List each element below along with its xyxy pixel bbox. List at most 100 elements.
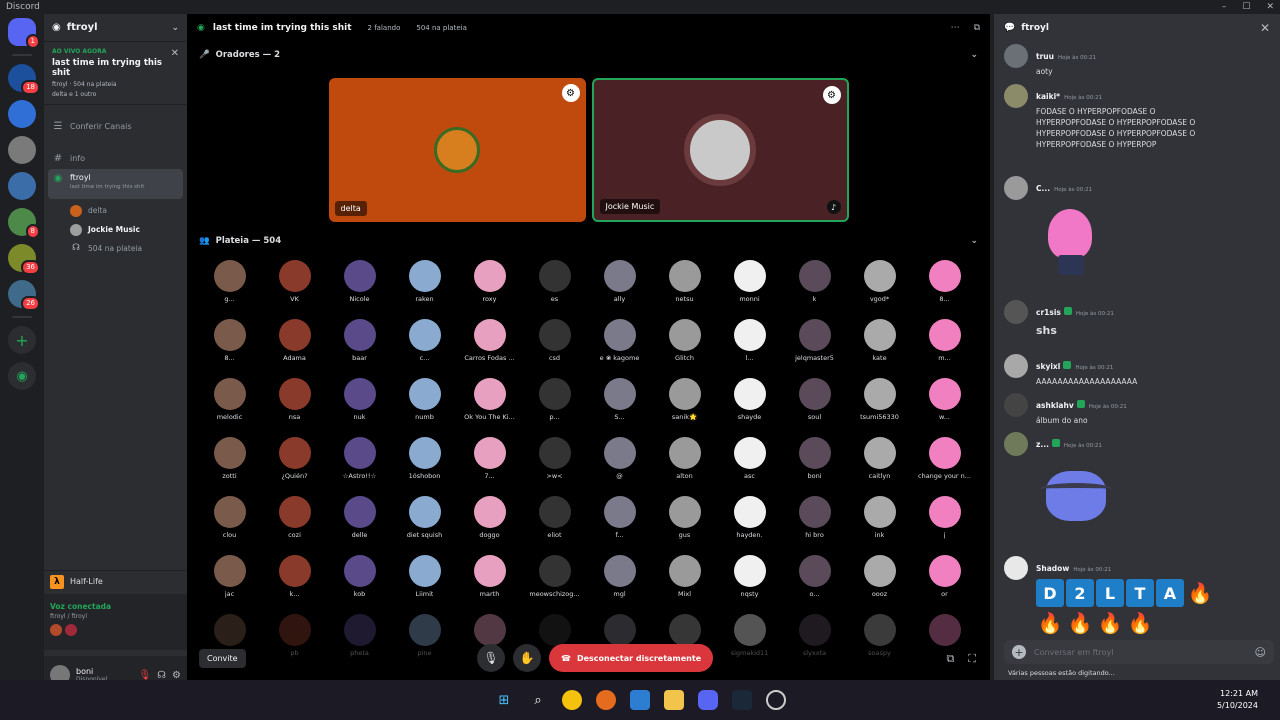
search-icon[interactable]: ⌕ xyxy=(528,690,548,710)
audience-member[interactable]: soul xyxy=(782,374,847,428)
audience-member[interactable]: gus xyxy=(652,492,717,546)
audience-member[interactable]: alton xyxy=(652,433,717,487)
audience-member[interactable]: 7... xyxy=(457,433,522,487)
audience-member[interactable]: o... xyxy=(782,551,847,605)
browser-icon[interactable] xyxy=(596,690,616,710)
audience-member[interactable]: marth xyxy=(457,551,522,605)
audience-member[interactable]: zotti xyxy=(197,433,262,487)
browse-channels[interactable]: ☰ Conferir Canais xyxy=(44,113,187,139)
avatar[interactable] xyxy=(1004,354,1028,378)
audience-member[interactable]: Nicole xyxy=(327,256,392,310)
audience-member[interactable]: 1óshobon xyxy=(392,433,457,487)
audience-member[interactable]: ink xyxy=(847,492,912,546)
audience-member[interactable]: Carros Fodas ... xyxy=(457,315,522,369)
audience-member[interactable]: shayde xyxy=(717,374,782,428)
audience-member[interactable]: f... xyxy=(587,492,652,546)
message-author[interactable]: ashklahv xyxy=(1036,401,1074,410)
audience-member[interactable]: raken xyxy=(392,256,457,310)
audience-member[interactable]: ☆Astro!!☆ xyxy=(327,433,392,487)
fullscreen-icon[interactable]: ⛶ xyxy=(968,652,976,666)
audience-member[interactable]: numb xyxy=(392,374,457,428)
avatar[interactable] xyxy=(1004,176,1028,200)
server-icon[interactable] xyxy=(8,172,36,200)
audience-member[interactable]: or xyxy=(912,551,977,605)
audience-member[interactable]: boni xyxy=(782,433,847,487)
audience-member[interactable]: baar xyxy=(327,315,392,369)
audience-member[interactable]: S... xyxy=(587,374,652,428)
server-icon[interactable] xyxy=(8,136,36,164)
audience-member[interactable]: w... xyxy=(912,374,977,428)
audience-member[interactable]: hayden. xyxy=(717,492,782,546)
audience-member[interactable]: tsumi56330 xyxy=(847,374,912,428)
audience-member[interactable]: 8... xyxy=(197,315,262,369)
explore-icon[interactable]: ◉ xyxy=(8,362,36,390)
audience-member[interactable]: Glitch xyxy=(652,315,717,369)
audience-member[interactable]: melodic xyxy=(197,374,262,428)
message-author[interactable]: C... xyxy=(1036,184,1050,193)
channel-info[interactable]: # info xyxy=(44,147,187,169)
audience-member[interactable]: es xyxy=(522,256,587,310)
headphones-wumpus-sticker[interactable] xyxy=(1036,457,1116,537)
minimize-icon[interactable]: – xyxy=(1222,0,1227,14)
avatar[interactable] xyxy=(1004,393,1028,417)
audience-member[interactable]: nsa xyxy=(262,374,327,428)
audience-member[interactable]: roxy xyxy=(457,256,522,310)
message-author[interactable]: skyixl xyxy=(1036,362,1060,371)
server-icon[interactable]: 18 xyxy=(8,64,40,95)
audience-member[interactable]: kate xyxy=(847,315,912,369)
audience-member[interactable]: meowschizog... xyxy=(522,551,587,605)
audience-member[interactable]: jac xyxy=(197,551,262,605)
audience-member[interactable]: k... xyxy=(262,551,327,605)
audience-member[interactable]: c... xyxy=(392,315,457,369)
audience-member[interactable]: delle xyxy=(327,492,392,546)
popout-icon[interactable]: ⧉ xyxy=(946,652,954,666)
chrome-icon[interactable] xyxy=(562,690,582,710)
message-author[interactable]: cr1sis xyxy=(1036,308,1061,317)
avatar[interactable] xyxy=(1004,300,1028,324)
game-activity[interactable]: λ Half-Life xyxy=(44,570,187,592)
audience-member[interactable]: asc xyxy=(717,433,782,487)
audience-member[interactable]: change your n... xyxy=(912,433,977,487)
server-folder[interactable]: 26 xyxy=(8,280,40,311)
audience-member[interactable]: cozi xyxy=(262,492,327,546)
invite-button[interactable]: Convite xyxy=(199,648,246,668)
mic-off-icon[interactable]: 🎙 xyxy=(477,644,505,672)
audience-member[interactable]: netsu xyxy=(652,256,717,310)
audience-member[interactable]: ¿Quién? xyxy=(262,433,327,487)
audience-member[interactable]: e ❀ kagome xyxy=(587,315,652,369)
audience-member[interactable]: m... xyxy=(912,315,977,369)
stage-audience[interactable]: ☊ 504 na plateia xyxy=(44,239,187,258)
audience-member[interactable]: Ok You The Ki... xyxy=(457,374,522,428)
message-author[interactable]: kaiki* xyxy=(1036,92,1060,101)
audience-member[interactable]: g... xyxy=(197,256,262,310)
add-attachment-icon[interactable]: + xyxy=(1012,645,1026,659)
audience-member[interactable]: oooz xyxy=(847,551,912,605)
audience-member[interactable]: Mixl xyxy=(652,551,717,605)
audience-member[interactable]: ally xyxy=(587,256,652,310)
message-author[interactable]: Shadow xyxy=(1036,564,1069,573)
audience-member[interactable]: vgod* xyxy=(847,256,912,310)
avatar[interactable] xyxy=(1004,84,1028,108)
discord-icon[interactable] xyxy=(698,690,718,710)
audience-member[interactable]: hi bro xyxy=(782,492,847,546)
avatar[interactable] xyxy=(1004,432,1028,456)
speaker-tile[interactable]: delta ⚙ xyxy=(328,78,586,222)
audience-member[interactable]: l... xyxy=(717,315,782,369)
home-button[interactable]: 1 xyxy=(8,18,40,49)
audience-member[interactable]: nqsty xyxy=(717,551,782,605)
live-stage-banner[interactable]: AO VIVO AGORA last time im trying this s… xyxy=(44,42,187,105)
gear-icon[interactable]: ⚙ xyxy=(172,670,181,681)
audience-member[interactable]: Adama xyxy=(262,315,327,369)
server-folder[interactable]: 8 xyxy=(8,208,40,239)
raise-hand-icon[interactable]: ✋ xyxy=(513,644,541,672)
audience-member[interactable]: csd xyxy=(522,315,587,369)
audience-member[interactable]: >w< xyxy=(522,433,587,487)
close-window-icon[interactable]: ✕ xyxy=(1266,0,1274,14)
message-author[interactable]: truu xyxy=(1036,52,1054,61)
server-header[interactable]: ◉ ftroyl ⌄ xyxy=(44,14,187,42)
audience-member[interactable]: clou xyxy=(197,492,262,546)
audience-member[interactable]: Liimit xyxy=(392,551,457,605)
app-icon[interactable] xyxy=(766,690,786,710)
close-icon[interactable]: ✕ xyxy=(1260,21,1270,35)
mute-icon[interactable]: 🎙 xyxy=(138,670,151,681)
